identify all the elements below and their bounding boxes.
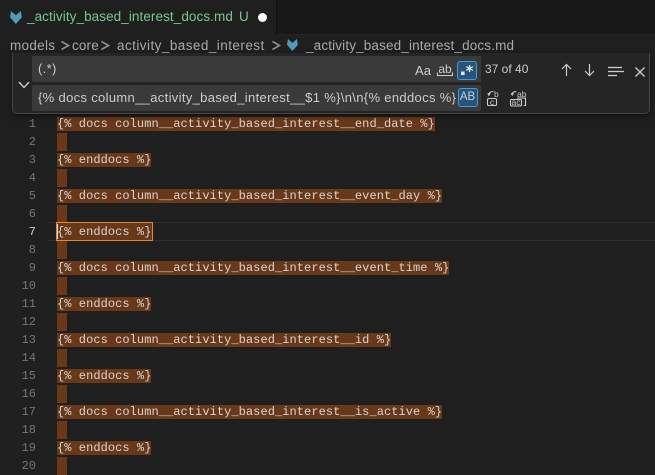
svg-text:ab: ab [438,62,452,76]
svg-text:b: b [494,90,499,99]
svg-text:ac: ac [512,97,522,107]
